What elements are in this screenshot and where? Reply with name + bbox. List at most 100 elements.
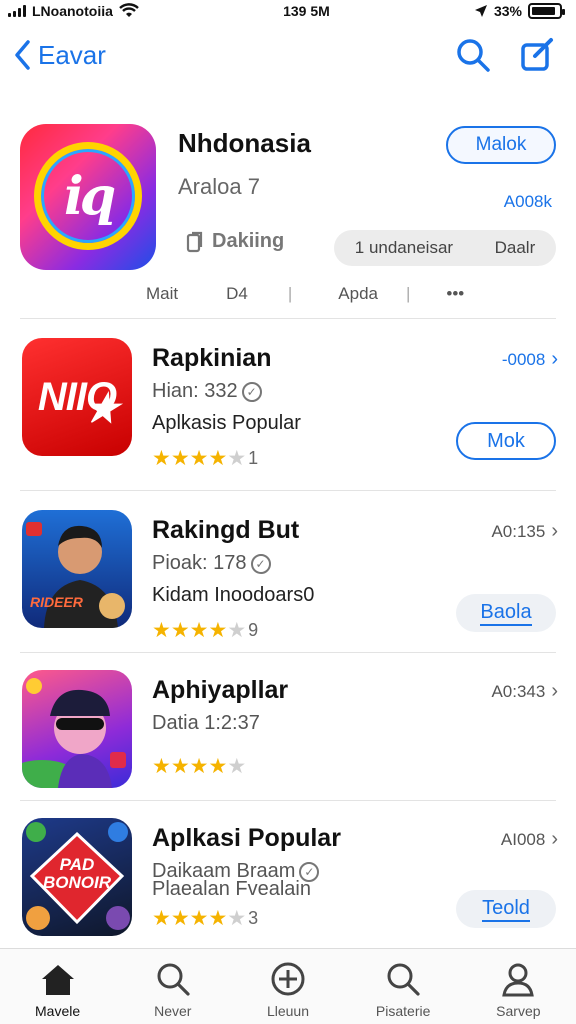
app-title: Aplkasi Popular [152,824,341,852]
app-info-line: Datia 1:2:37 [152,712,260,735]
app-icon [22,670,132,788]
chevron-right-icon: › [551,348,558,370]
tab-profile[interactable]: Sarvep [468,959,568,1019]
chevron-right-icon: › [551,680,558,702]
app-category: Aplkasis Popular [152,412,301,434]
back-button[interactable]: Eavar [12,38,106,72]
app-icon: RIDEER [22,510,132,628]
app-category: Kidam Inoodoars0 [152,584,315,606]
app-title: Aphiyapllar [152,676,289,704]
app-info-line: Hian: 332 ✓ [152,380,262,403]
tab-search[interactable]: Never [123,959,223,1019]
person-avatar-icon [26,522,125,628]
search-icon [157,963,190,996]
meta-item: D4 [226,284,248,303]
nav-bar: Eavar [0,28,576,84]
app-title: Rapkinian [152,344,272,372]
star-badge-icon: ★ [83,387,119,431]
carrier-label: LNoanotoiia [32,3,113,19]
app-get-button[interactable]: Mok [456,422,556,460]
signal-icon [8,5,26,17]
app-list-item[interactable]: PAD BONOIR Aplkasi Popular Daikaam Braam… [0,818,576,968]
app-icon-text: PAD BONOIR [43,855,111,892]
app-list-item[interactable]: RIDEER Rakingd But Pioak: 178 ✓ Kidam In… [0,510,576,660]
chevron-left-icon [15,40,30,70]
featured-app-logo: iq [63,165,116,227]
app-price-text: A0:135 [491,521,546,541]
meta-divider: | [405,284,411,303]
app-price[interactable]: A0:343 › [491,680,558,703]
back-label: Eavar [38,39,106,70]
pill-right-label: Daalr [494,238,536,257]
featured-app-meta: Mait D4 | Apda | ••• [146,284,476,304]
tab-add[interactable]: Lleuun [238,959,338,1019]
app-get-button-label: Baola [480,601,532,626]
battery-icon [528,3,565,19]
divider [20,318,556,319]
tab-label: Mavele [35,1003,81,1019]
featured-app-rank: Dakiing [186,230,284,253]
pill-left-label: 1 undaneisar [354,238,454,257]
app-price[interactable]: -0008 › [502,348,558,371]
app-get-button[interactable]: Teold [456,890,556,928]
featured-app-rank-label: Dakiing [212,230,285,252]
app-title: Rakingd But [152,516,300,544]
tab-label: Sarvep [496,1003,541,1019]
app-icon-text: RIDEER [30,594,83,610]
app-price[interactable]: AI008 › [501,828,558,851]
tab-label: Lleuun [266,1003,309,1019]
star-rating: ★★★★ ★ [152,755,247,778]
chevron-right-icon: › [551,828,558,850]
location-icon [474,5,487,17]
app-info-text: Hian: 332 [152,380,238,402]
rating-count: 3 [248,908,259,928]
app-get-button-label: Teold [482,897,530,922]
app-price-text: AI008 [500,829,546,849]
featured-app-info-pill[interactable]: 1 undaneisar Daalr [334,230,556,266]
featured-app-price: A008k [503,192,552,211]
person-icon [502,963,535,997]
verified-icon: ✓ [250,553,271,574]
app-price[interactable]: A0:135 › [491,520,558,543]
add-circle-icon [271,962,305,996]
app-price-text: -0008 [501,349,546,369]
verified-icon: ✓ [241,381,262,402]
status-bar: LNoanotoiia 139 5M 33% [0,0,576,22]
wifi-icon [119,3,139,17]
meta-item: Apda [338,284,378,303]
meta-more-icon[interactable]: ••• [446,284,464,304]
featured-app[interactable]: iq Nhdonasia Araloa 7 Dakiing Malok A008… [0,120,576,320]
home-icon [41,965,74,995]
rating-count: 1 [248,448,259,468]
app-icon: NIIO ★ [22,338,132,456]
app-price-text: A0:343 [491,681,546,701]
divider [20,800,556,801]
tab-home[interactable]: Mavele [8,959,108,1019]
app-get-button[interactable]: Baola [456,594,556,632]
app-info-text: Pioak: 178 [152,552,247,574]
app-icon: PAD BONOIR [22,818,132,936]
app-info-line: Pioak: 178 ✓ [152,552,271,575]
app-list-item[interactable]: NIIO ★ Rapkinian Hian: 332 ✓ Aplkasis Po… [0,338,576,488]
app-list-item[interactable]: Aphiyapllar Datia 1:2:37 ★★★★ ★ A0:343 › [0,670,576,820]
divider [20,490,556,491]
star-rating: ★★★★ ★ 9 [152,619,259,642]
tab-label: Never [154,1003,192,1019]
rating-count: 9 [248,620,259,640]
featured-app-title: Nhdonasia [178,128,311,158]
battery-percent: 33% [493,3,522,19]
meta-item: Mait [146,284,179,303]
divider [20,652,556,653]
app-info-text: Datia 1:2:37 [152,712,260,734]
search-icon[interactable] [454,36,492,74]
search-icon [387,963,420,996]
featured-get-button[interactable]: Malok [446,126,556,164]
character-avatar-icon [22,678,126,788]
app-category: Plaealan Fvealain [152,878,311,900]
tab-explore[interactable]: Pisaterie [353,959,453,1019]
featured-app-icon: iq [20,124,156,270]
star-rating: ★★★★ ★ 1 [152,447,259,470]
compose-icon[interactable] [518,36,556,74]
clock: 139 5M [283,3,330,19]
tab-bar: Mavele Never Lleuun Pisaterie Sarvep [0,948,576,1024]
